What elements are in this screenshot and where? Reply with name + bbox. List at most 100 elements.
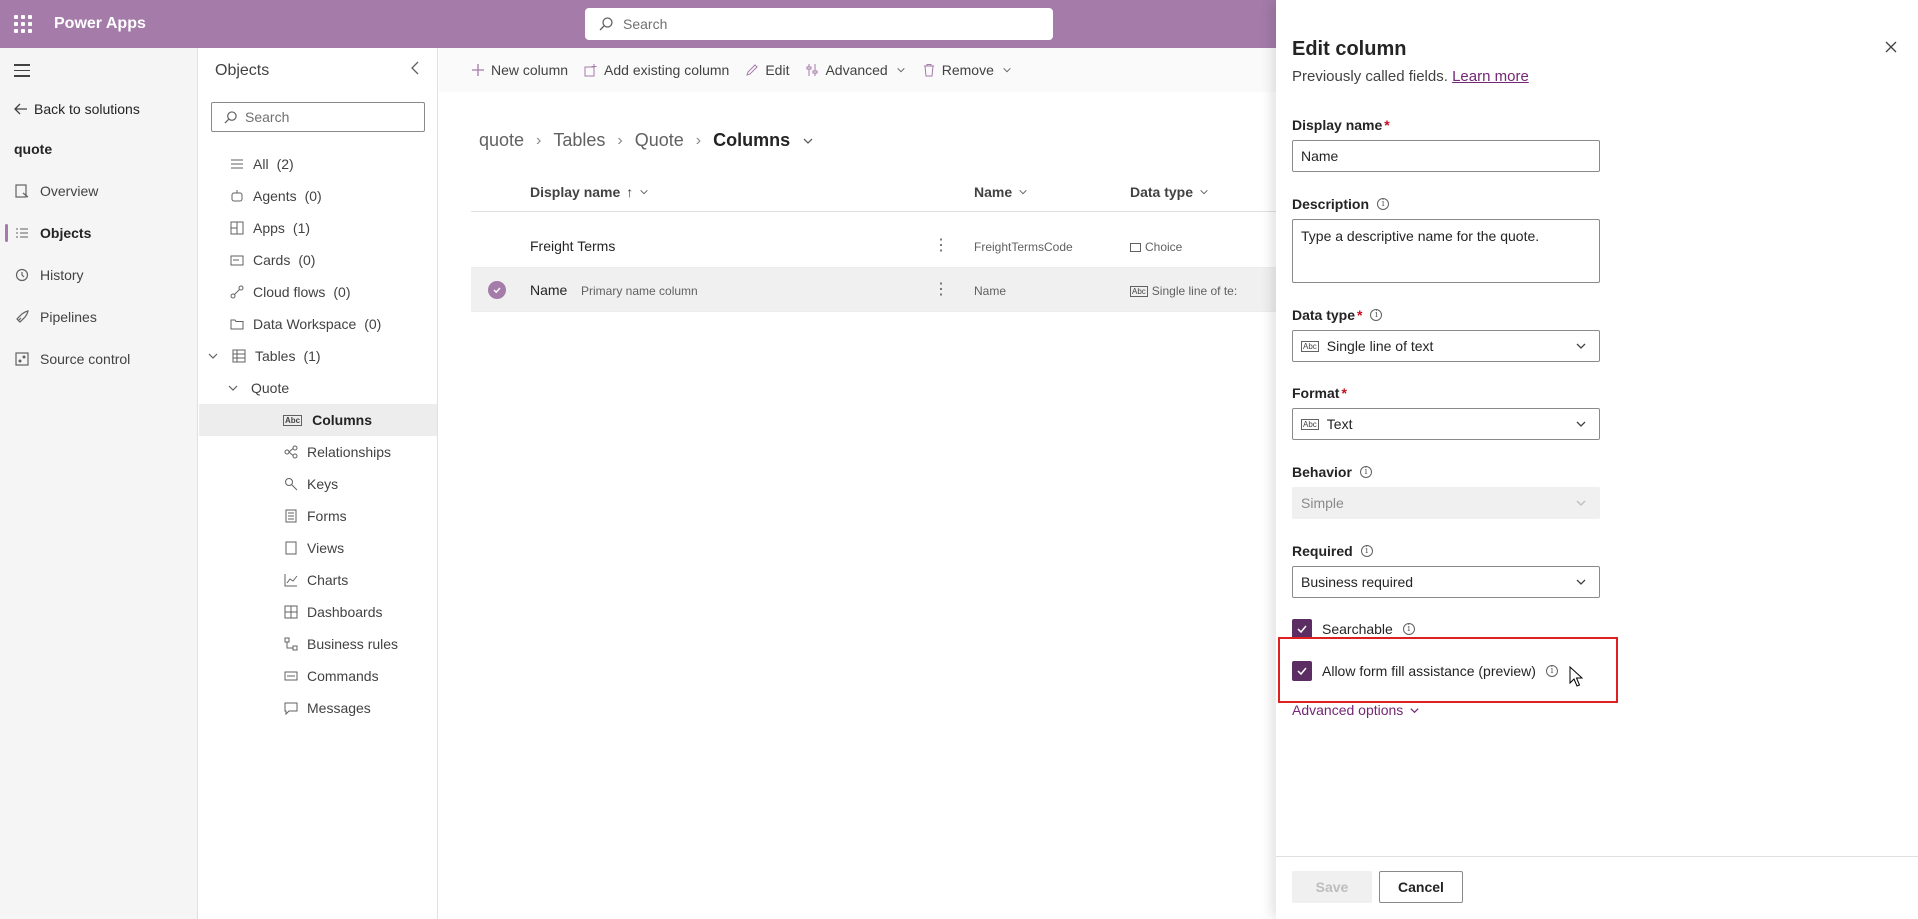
tree-item-columns[interactable]: Abc Columns	[199, 404, 437, 436]
collapse-panel-button[interactable]	[409, 60, 421, 79]
tree-item-agents[interactable]: Agents (0)	[199, 180, 437, 212]
required-mark: *	[1341, 385, 1347, 401]
tree-item-tables[interactable]: Tables (1)	[199, 340, 437, 372]
more-options-icon[interactable]: ⋮	[933, 279, 949, 299]
info-icon[interactable]: i	[1360, 545, 1373, 557]
add-existing-icon	[584, 64, 597, 77]
breadcrumb-quote[interactable]: Quote	[635, 130, 684, 151]
command-bar: New column Add existing column Edit Adva…	[439, 48, 1276, 92]
tree-item-views[interactable]: Views	[199, 532, 437, 564]
nav-item-pipelines[interactable]: Pipelines	[0, 299, 197, 335]
edit-button[interactable]: Edit	[745, 62, 789, 78]
cell-display-name[interactable]: Name	[530, 282, 567, 298]
tree-item-label: Dashboards	[307, 604, 383, 620]
cancel-button[interactable]: Cancel	[1379, 871, 1463, 903]
chevron-left-icon	[411, 61, 419, 75]
required-dropdown[interactable]: Business required	[1292, 566, 1600, 598]
info-icon[interactable]: i	[1359, 466, 1372, 478]
tree-item-cards[interactable]: Cards (0)	[199, 244, 437, 276]
tree-item-cloud-flows[interactable]: Cloud flows (0)	[199, 276, 437, 308]
cell-data-type-label: Single line of te:	[1151, 284, 1238, 298]
global-search-placeholder: Search	[623, 16, 668, 32]
searchable-checkbox-row[interactable]: Searchable i	[1292, 619, 1415, 639]
tree-item-dashboards[interactable]: Dashboards	[199, 596, 437, 628]
advanced-button[interactable]: Advanced	[805, 62, 905, 78]
tree-item-label: Tables	[255, 348, 296, 364]
table-row[interactable]: Name Primary name column ⋮ Name Abc Sing…	[471, 268, 1276, 312]
description-textarea[interactable]: Type a descriptive name for the quote.	[1292, 219, 1600, 283]
tree-item-label: Data Workspace	[253, 316, 357, 332]
add-existing-column-button[interactable]: Add existing column	[584, 62, 729, 78]
cell-data-type: Choice	[1130, 240, 1182, 254]
column-header-name[interactable]: Name	[974, 184, 1028, 200]
behavior-label: Behavior i	[1292, 464, 1372, 480]
chevron-down-icon	[1410, 707, 1419, 713]
chevron-down-icon	[1200, 189, 1208, 195]
nav-item-overview[interactable]: Overview	[0, 173, 197, 209]
column-header-data-type[interactable]: Data type	[1130, 184, 1209, 200]
hamburger-menu-icon[interactable]	[14, 64, 30, 81]
text-field-icon: Abc	[1301, 340, 1319, 352]
info-icon[interactable]: i	[1370, 309, 1383, 321]
advanced-icon	[806, 64, 818, 76]
cell-display-name[interactable]: Freight Terms	[530, 238, 615, 254]
breadcrumb-solution[interactable]: quote	[479, 130, 524, 151]
nav-item-objects[interactable]: Objects	[0, 215, 197, 251]
searchable-checkbox[interactable]	[1292, 619, 1312, 639]
row-selected-checkmark-icon[interactable]	[488, 281, 506, 299]
objects-search-input[interactable]: Search	[211, 102, 425, 132]
tree-item-keys[interactable]: Keys	[199, 468, 437, 500]
checkmark-icon	[1297, 625, 1307, 634]
chevron-down-icon	[1576, 579, 1586, 585]
save-button[interactable]: Save	[1292, 871, 1372, 903]
sort-ascending-icon: ↑	[626, 184, 634, 200]
tree-item-data-workspace[interactable]: Data Workspace (0)	[199, 308, 437, 340]
tree-item-relationships[interactable]: Relationships	[199, 436, 437, 468]
nav-item-history[interactable]: History	[0, 257, 197, 293]
data-type-dropdown[interactable]: Abc Single line of text	[1292, 330, 1600, 362]
more-options-icon[interactable]: ⋮	[933, 235, 949, 255]
app-launcher-button[interactable]	[0, 0, 46, 48]
learn-more-link[interactable]: Learn more	[1452, 68, 1529, 85]
column-header-display-name[interactable]: Display name ↑	[530, 184, 649, 200]
tree-item-charts[interactable]: Charts	[199, 564, 437, 596]
format-dropdown[interactable]: Abc Text	[1292, 408, 1600, 440]
info-icon[interactable]: i	[1377, 198, 1390, 210]
cell-name: FreightTermsCode	[974, 240, 1073, 254]
nav-item-source-control[interactable]: Source control	[0, 341, 197, 377]
form-icon	[283, 508, 299, 524]
close-panel-button[interactable]	[1884, 40, 1898, 57]
global-search-input[interactable]: Search	[585, 8, 1053, 40]
advanced-options-toggle[interactable]: Advanced options	[1292, 702, 1420, 718]
tree-item-messages[interactable]: Messages	[199, 692, 437, 724]
back-to-solutions-link[interactable]: Back to solutions	[14, 101, 140, 117]
tree-item-apps[interactable]: Apps (1)	[199, 212, 437, 244]
display-name-input[interactable]: Name	[1292, 140, 1600, 172]
edit-column-panel: Edit column Previously called fields. Le…	[1276, 0, 1918, 919]
footer-divider	[1276, 856, 1918, 857]
new-column-button[interactable]: New column	[471, 62, 568, 78]
flow-icon	[229, 284, 245, 300]
format-label: Format *	[1292, 385, 1347, 401]
remove-button[interactable]: Remove	[922, 62, 1012, 78]
tree-item-all[interactable]: All (2)	[199, 148, 437, 180]
trash-icon	[923, 64, 934, 77]
chevron-down-icon	[1576, 421, 1586, 427]
chevron-down-icon[interactable]	[802, 135, 814, 147]
table-row[interactable]: Freight Terms ⋮ FreightTermsCode Choice	[471, 224, 1276, 268]
tree-item-label: Commands	[307, 668, 379, 684]
tree-item-business-rules[interactable]: Business rules	[199, 628, 437, 660]
chevron-down-icon	[897, 67, 905, 73]
nav-item-label: Overview	[40, 183, 99, 199]
breadcrumb-tables[interactable]: Tables	[553, 130, 605, 151]
app-title[interactable]: Power Apps	[54, 15, 146, 33]
breadcrumb-columns[interactable]: Columns	[713, 130, 790, 151]
tree-item-count: (2)	[276, 156, 294, 172]
info-icon[interactable]: i	[1402, 623, 1415, 635]
tree-item-quote[interactable]: Quote	[199, 372, 437, 404]
chevron-down-icon	[1003, 67, 1011, 73]
tree-item-label: Keys	[307, 476, 339, 492]
tree-item-commands[interactable]: Commands	[199, 660, 437, 692]
tree-item-forms[interactable]: Forms	[199, 500, 437, 532]
main-content: New column Add existing column Edit Adva…	[439, 48, 1276, 919]
